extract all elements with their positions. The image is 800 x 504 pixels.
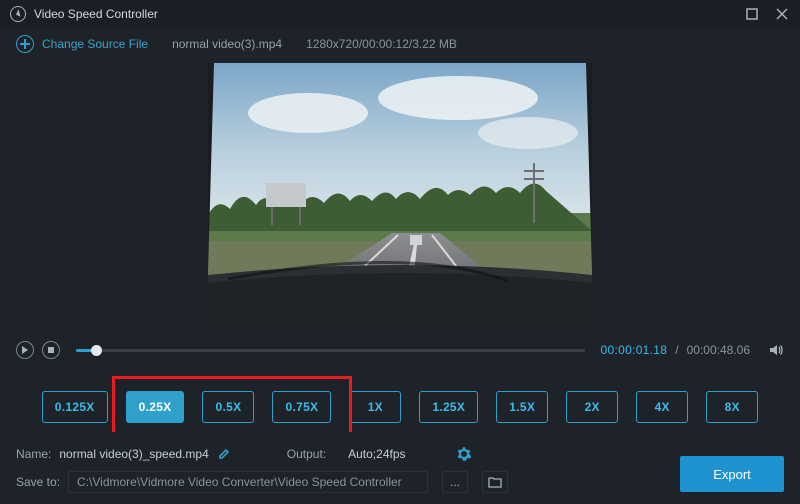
plus-circle-icon [16,35,34,53]
save-to-label: Save to: [16,475,60,489]
output-format: Auto;24fps [348,447,405,461]
edit-name-button[interactable] [217,447,231,461]
speed-button-1-25x[interactable]: 1.25X [419,391,478,423]
progress-bar[interactable] [76,349,585,352]
video-preview[interactable] [208,63,592,333]
speed-button-0-5x[interactable]: 0.5X [202,391,254,423]
save-path: C:\Vidmore\Vidmore Video Converter\Video… [77,475,402,489]
output-name: normal video(3)_speed.mp4 [59,447,208,461]
stop-button[interactable] [42,341,60,359]
speed-button-0-125x[interactable]: 0.125X [42,391,108,423]
source-metadata: 1280x720/00:00:12/3.22 MB [306,37,457,51]
close-button[interactable] [774,6,790,22]
export-button[interactable]: Export [680,456,784,492]
speed-button-1-5x[interactable]: 1.5X [496,391,548,423]
change-source-button[interactable]: Change Source File [16,35,148,53]
window-title: Video Speed Controller [34,7,730,21]
speed-button-8x[interactable]: 8X [706,391,758,423]
source-row: Change Source File normal video(3).mp4 1… [0,28,800,60]
output-label: Output: [287,447,326,461]
video-preview-area [0,60,800,336]
output-settings-button[interactable] [456,446,472,462]
name-label: Name: [16,447,51,461]
speed-button-0-25x[interactable]: 0.25X [126,391,185,423]
volume-icon[interactable] [768,342,784,358]
speed-button-2x[interactable]: 2X [566,391,618,423]
current-time: 00:00:01.18 [601,343,668,357]
change-source-label: Change Source File [42,37,148,51]
speed-button-4x[interactable]: 4X [636,391,688,423]
progress-handle[interactable] [91,345,102,356]
source-filename: normal video(3).mp4 [172,37,282,51]
play-button[interactable] [16,341,34,359]
app-logo-icon [10,6,26,22]
speed-button-1x[interactable]: 1X [349,391,401,423]
more-label: ... [450,475,460,489]
total-time: 00:00:48.06 [687,343,750,357]
speed-button-0-75x[interactable]: 0.75X [272,391,331,423]
more-button[interactable]: ... [442,471,468,493]
titlebar: Video Speed Controller [0,0,800,28]
player-controls: 00:00:01.18 / 00:00:48.06 [0,336,800,364]
export-label: Export [713,467,751,482]
time-separator: / [675,343,678,357]
open-folder-button[interactable] [482,471,508,493]
save-path-box[interactable]: C:\Vidmore\Vidmore Video Converter\Video… [68,471,428,493]
maximize-button[interactable] [744,6,760,22]
bottom-panel: Name: normal video(3)_speed.mp4 Output: … [0,432,800,504]
